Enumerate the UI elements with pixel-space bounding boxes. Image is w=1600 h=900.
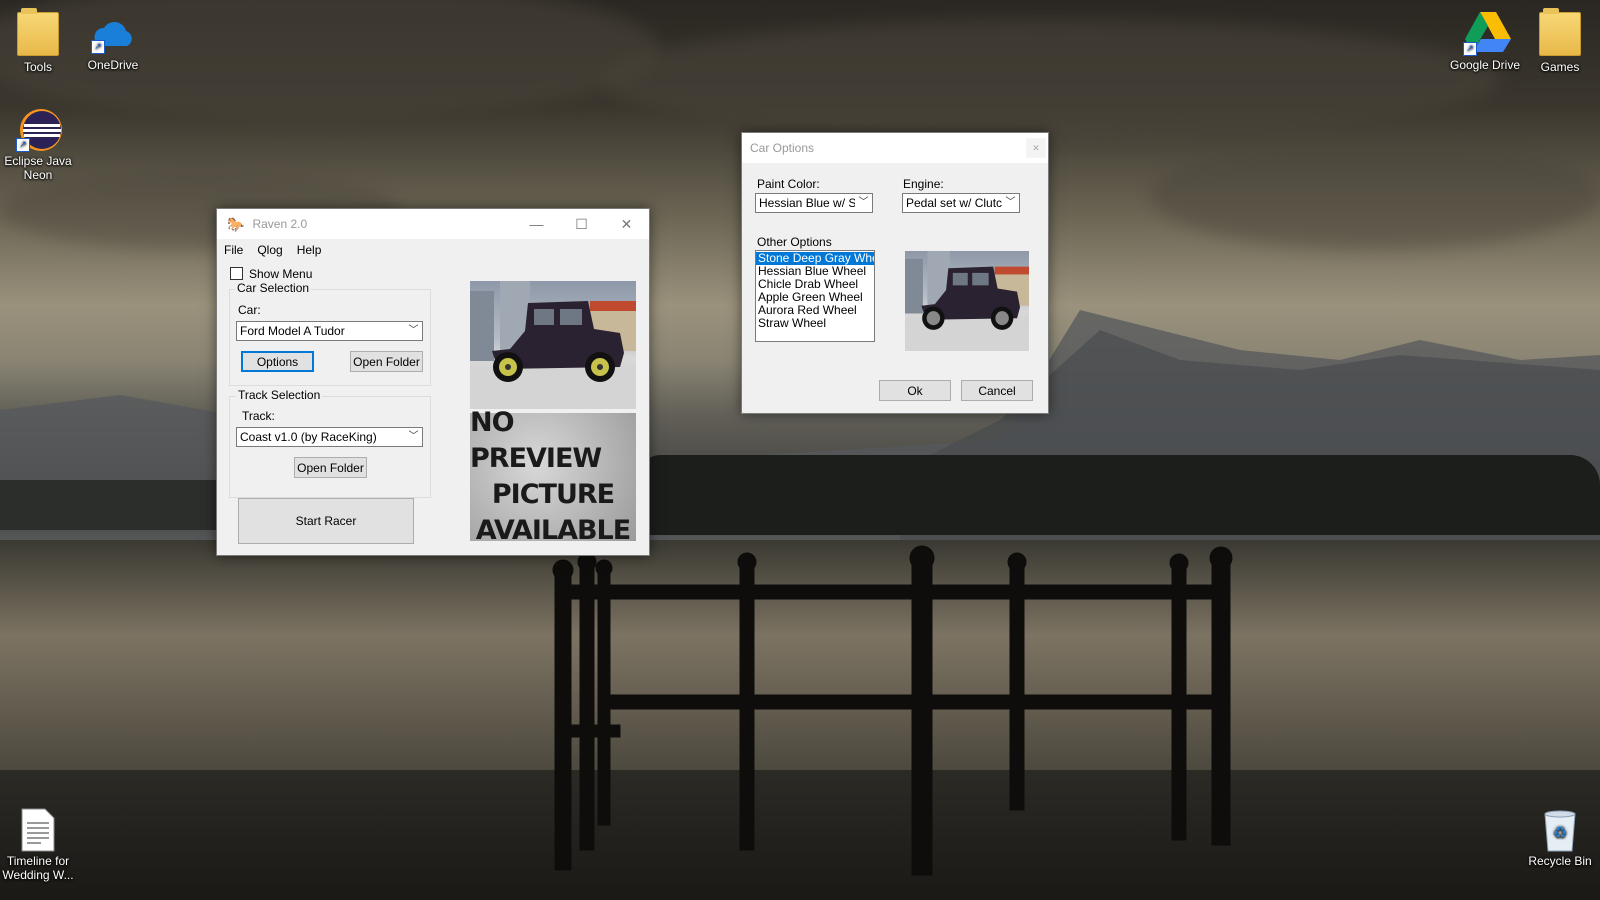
google-drive-icon: ↗ — [1463, 12, 1511, 56]
start-racer-button[interactable]: Start Racer — [238, 498, 414, 544]
track-selection-title: Track Selection — [236, 388, 323, 402]
engine-label: Engine: — [903, 177, 944, 191]
raven-titlebar[interactable]: 🐎 Raven 2.0 — ☐ ✕ — [217, 209, 649, 239]
document-icon — [18, 808, 58, 852]
other-options-label: Other Options — [757, 235, 832, 249]
desktop-icon-label: OneDrive — [87, 58, 139, 72]
desktop-icon-label: Tools — [23, 60, 52, 74]
close-button[interactable]: ✕ — [604, 209, 649, 239]
svg-text:♻: ♻ — [1553, 823, 1567, 842]
show-menu-label: Show Menu — [249, 267, 313, 281]
car-thumbnail-image — [905, 251, 1029, 351]
chevron-down-icon[interactable]: ﹀ — [405, 428, 422, 446]
chevron-down-icon[interactable]: ﹀ — [855, 194, 872, 212]
desktop-icon-label: Recycle Bin — [1528, 854, 1592, 868]
paint-color-label: Paint Color: — [757, 177, 820, 191]
car-options-titlebar[interactable]: Car Options ✕ — [742, 133, 1048, 163]
window-title: Raven 2.0 — [252, 217, 308, 231]
desktop-icon-label: Games — [1540, 60, 1580, 74]
desktop-icon-google-drive[interactable]: ↗ Google Drive — [1447, 12, 1523, 72]
no-preview-line: AVAILABLE — [475, 515, 631, 546]
desktop-icon-onedrive[interactable]: ↗ OneDrive — [75, 12, 151, 72]
list-item[interactable]: Straw Wheel — [756, 317, 874, 330]
car-open-folder-button[interactable]: Open Folder — [350, 351, 423, 372]
eclipse-icon: ↗ — [16, 108, 62, 152]
menu-file[interactable]: File — [217, 243, 250, 257]
no-preview-line: PICTURE — [491, 479, 615, 510]
track-open-folder-button[interactable]: Open Folder — [294, 457, 367, 478]
menu-help[interactable]: Help — [290, 243, 329, 257]
recycle-bin-icon: ♻ — [1540, 808, 1580, 852]
track-select-value: Coast v1.0 (by RaceKing) — [240, 430, 377, 444]
no-preview-image: NO PREVIEW PICTURE AVAILABLE — [470, 407, 636, 546]
chevron-down-icon[interactable]: ﹀ — [1002, 194, 1019, 212]
track-label: Track: — [242, 409, 275, 423]
raven-app-icon: 🐎 — [227, 215, 245, 232]
other-options-list[interactable]: Stone Deep Gray Wheel Hessian Blue Wheel… — [755, 250, 875, 342]
desktop-icon-recycle-bin[interactable]: ♻ Recycle Bin — [1522, 808, 1598, 868]
window-title: Car Options — [750, 141, 815, 155]
chevron-down-icon[interactable]: ﹀ — [405, 322, 422, 340]
onedrive-cloud-icon: ↗ — [91, 12, 133, 54]
paint-color-select[interactable]: Hessian Blue w/ Stone ﹀ — [755, 193, 873, 213]
track-select[interactable]: Coast v1.0 (by RaceKing) ﹀ — [236, 427, 423, 447]
minimize-button[interactable]: — — [514, 209, 559, 239]
car-label: Car: — [238, 303, 261, 317]
car-select-value: Ford Model A Tudor — [240, 324, 345, 338]
raven-window: 🐎 Raven 2.0 — ☐ ✕ File Qlog Help Show Me… — [216, 208, 650, 556]
options-button[interactable]: Options — [241, 351, 314, 372]
menu-qlog[interactable]: Qlog — [250, 243, 289, 257]
engine-value: Pedal set w/ Clutch — [906, 196, 1009, 210]
show-menu-checkbox[interactable] — [230, 267, 243, 280]
car-selection-title: Car Selection — [235, 281, 312, 295]
folder-icon — [17, 8, 59, 56]
menu-bar: File Qlog Help — [217, 239, 649, 261]
desktop-icon-timeline-document[interactable]: Timeline for Wedding W... — [0, 808, 76, 882]
desktop-icon-label: Google Drive — [1449, 58, 1521, 72]
car-select[interactable]: Ford Model A Tudor ﹀ — [236, 321, 423, 341]
cancel-button[interactable]: Cancel — [961, 380, 1033, 401]
desktop-icon-games[interactable]: Games — [1522, 8, 1598, 74]
close-button[interactable]: ✕ — [1026, 138, 1046, 158]
maximize-button[interactable]: ☐ — [559, 209, 604, 239]
desktop-icon-label: Timeline for Wedding W... — [2, 854, 74, 882]
folder-icon — [1539, 8, 1581, 56]
desktop-icon-label: Eclipse Java Neon — [4, 154, 72, 182]
no-preview-line: NO PREVIEW — [470, 407, 602, 474]
desktop-icon-eclipse[interactable]: ↗ Eclipse Java Neon — [0, 108, 76, 182]
car-options-window: Car Options ✕ Paint Color: Hessian Blue … — [741, 132, 1049, 414]
car-preview-image — [470, 281, 636, 409]
ok-button[interactable]: Ok — [879, 380, 951, 401]
engine-select[interactable]: Pedal set w/ Clutch ﹀ — [902, 193, 1020, 213]
desktop-icon-tools[interactable]: Tools — [0, 8, 76, 74]
